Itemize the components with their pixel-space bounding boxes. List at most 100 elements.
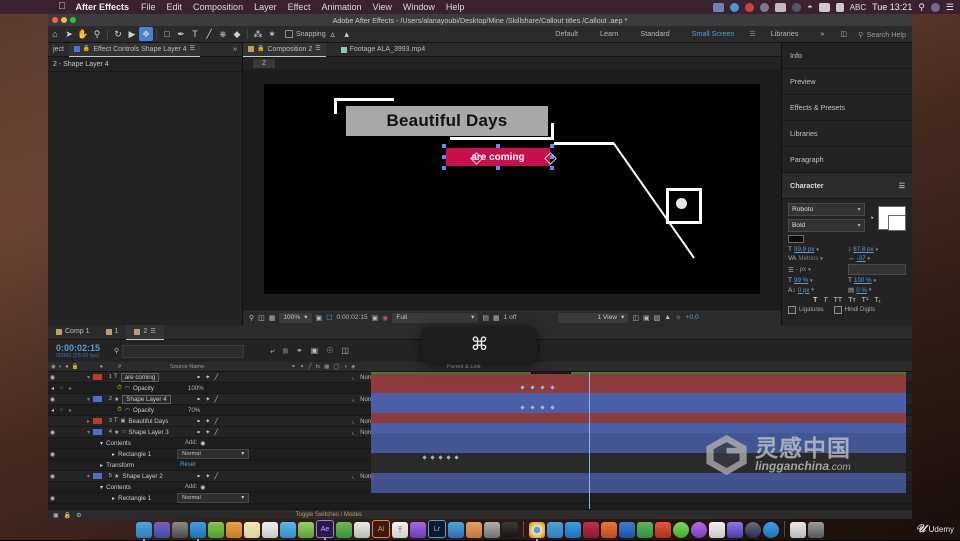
expand-arrow-icon[interactable]: ▸ — [100, 462, 103, 469]
houzz-icon[interactable] — [208, 522, 224, 538]
keyframe[interactable] — [520, 385, 525, 390]
composition-mini-flowchart-icon[interactable]: ⤶ — [270, 346, 274, 356]
subtitle-layer-selection[interactable]: are coming — [442, 144, 557, 170]
audition-icon[interactable] — [410, 522, 426, 538]
graph-icon[interactable]: ◠ — [125, 407, 130, 414]
keyframe[interactable] — [438, 455, 443, 460]
search-icon[interactable]: ⚲ — [918, 2, 925, 13]
video-toggle-icon[interactable]: ◉ — [48, 451, 57, 458]
shy-icon[interactable]: ⚭ — [196, 429, 201, 436]
illustrator-icon[interactable]: Ai — [372, 520, 390, 538]
pickwhip-icon[interactable]: ◟ — [352, 374, 354, 381]
expand-arrow-icon[interactable]: ▾ — [84, 396, 93, 403]
tracking-field[interactable]: ↔ -37 ▾ — [848, 255, 906, 262]
powerpoint-icon[interactable] — [655, 522, 671, 538]
all-caps-icon[interactable]: TT — [834, 297, 843, 304]
skype-icon[interactable] — [547, 522, 563, 538]
zoom-tool-icon[interactable]: ⚲ — [90, 27, 104, 41]
font-style-select[interactable]: Bold ▾ — [788, 219, 865, 232]
launchpad-icon[interactable] — [172, 522, 188, 538]
grid-icon[interactable]: ▦ — [269, 314, 276, 322]
snapping-checkbox[interactable] — [285, 30, 293, 38]
keyframe[interactable] — [520, 405, 525, 410]
collapse-icon[interactable]: ✦ — [205, 418, 210, 425]
quality-icon[interactable]: ╱ — [214, 429, 218, 436]
property-name[interactable]: ⏱ ◠ Opacity — [117, 385, 154, 392]
add-button[interactable]: ◉ — [200, 440, 205, 447]
subgroup-name[interactable]: ▸ Rectangle 1 — [112, 451, 151, 458]
tab-comp-1[interactable]: Comp 1 — [48, 325, 98, 339]
eyedropper-icon[interactable]: ◔ — [869, 213, 874, 223]
stroke-style-select[interactable] — [848, 264, 906, 275]
label-color[interactable] — [93, 429, 102, 435]
utilities-icon[interactable] — [484, 522, 500, 538]
horizontal-scale-field[interactable]: T 100 % ▾ — [848, 277, 906, 284]
terminal-icon[interactable] — [502, 522, 518, 538]
roto-brush-tool-icon[interactable]: ❖ — [139, 27, 153, 41]
hindi-digits-checkbox[interactable]: Hindi Digits — [833, 306, 875, 314]
group-name[interactable]: ▾ Contents — [100, 440, 131, 447]
puppet-tool-icon[interactable]: ⁂ — [251, 27, 265, 41]
video-toggle-icon[interactable]: ◉ — [48, 495, 57, 502]
parent-link-header[interactable]: Parent & Link — [441, 364, 912, 370]
chat-icon[interactable] — [745, 2, 755, 12]
track-bar[interactable] — [371, 403, 906, 413]
keyframe[interactable] — [530, 385, 535, 390]
keyframe[interactable] — [422, 455, 427, 460]
graph-icon[interactable]: ◠ — [125, 385, 130, 392]
channels-icon[interactable]: ◉ — [382, 314, 388, 322]
exposure-value[interactable]: +0.0 — [686, 314, 699, 321]
acrobat-icon[interactable]: ⤒ — [392, 522, 408, 538]
siri-icon[interactable] — [154, 522, 170, 538]
layer-name[interactable]: T are coming — [114, 372, 190, 382]
expand-arrow-icon[interactable]: ▸ — [66, 385, 75, 392]
layer-switches[interactable]: ⚭ ✦ ╱ — [190, 418, 346, 425]
selection-handle[interactable] — [496, 144, 500, 148]
italic-icon[interactable]: T — [823, 297, 827, 304]
blend-mode-select[interactable]: Normal ▾ — [177, 493, 250, 503]
battery-icon[interactable] — [818, 2, 830, 12]
workspace-layout-icon[interactable]: ◫ — [835, 26, 852, 42]
safari-icon[interactable] — [190, 522, 206, 541]
video-toggle-icon[interactable]: ◉ — [48, 473, 57, 480]
layer-switches[interactable]: ⚭ ✦ ╱ — [190, 429, 346, 436]
distribute-icon[interactable]: ▴ — [340, 27, 354, 41]
firefox-icon[interactable] — [601, 522, 617, 538]
shy-icon[interactable]: ⚭ — [196, 473, 201, 480]
dropbox-icon[interactable] — [792, 2, 802, 12]
search-input[interactable] — [122, 344, 245, 358]
quality-icon[interactable]: ╱ — [214, 473, 218, 480]
property-name[interactable]: ⏱ ◠ Opacity — [117, 407, 154, 414]
stopwatch-icon[interactable]: ⏱ — [117, 407, 122, 414]
group-name[interactable]: ▾ Contents — [100, 484, 131, 491]
tab-comp-one[interactable]: 1 — [98, 325, 127, 339]
shy-icon[interactable]: ⚭ — [196, 396, 201, 403]
pickwhip-icon[interactable]: ◟ — [352, 473, 354, 480]
word-icon[interactable] — [583, 522, 599, 538]
fast-preview-icon[interactable]: ▲ — [664, 314, 671, 321]
motion-blur-icon[interactable]: ☉ — [326, 346, 333, 356]
search-help-field[interactable]: ⚲ Search Help — [852, 30, 912, 39]
menu-item-animation[interactable]: Animation — [321, 2, 361, 12]
project-tab[interactable]: ject — [48, 43, 69, 56]
expand-arrow-icon[interactable]: ▾ — [100, 484, 103, 491]
track-bar[interactable] — [371, 383, 906, 393]
font-size-field[interactable]: T 99,9 px ▾ — [788, 246, 846, 253]
pickwhip-icon[interactable]: ◟ — [352, 418, 354, 425]
collapse-icon[interactable]: ✦ — [205, 429, 210, 436]
effect-controls-tab[interactable]: 🔒 Effect Controls Shape Layer 4 ☰ — [68, 42, 201, 57]
workspace-default[interactable]: Default — [544, 26, 589, 42]
premiere-icon[interactable] — [336, 522, 352, 538]
monitor-icon[interactable]: ◫ — [258, 314, 265, 322]
menu-item-effect[interactable]: Effect — [288, 2, 311, 12]
views-select[interactable]: 1 View ▾ — [558, 312, 629, 323]
layer-switches[interactable]: ⚭ ✦ ╱ — [190, 473, 346, 480]
group-name[interactable]: ▸ Transform — [100, 462, 134, 469]
layer-name[interactable]: ★ □ Shape Layer 3 — [114, 429, 190, 436]
quality-icon[interactable]: ╱ — [214, 396, 218, 403]
superscript-icon[interactable]: T¹ — [862, 297, 869, 304]
add-button[interactable]: ◉ — [200, 484, 205, 491]
panel-menu-icon[interactable]: ☰ — [899, 182, 905, 190]
expand-arrow-icon[interactable]: ▸ — [112, 495, 115, 502]
label-color[interactable] — [93, 396, 102, 402]
